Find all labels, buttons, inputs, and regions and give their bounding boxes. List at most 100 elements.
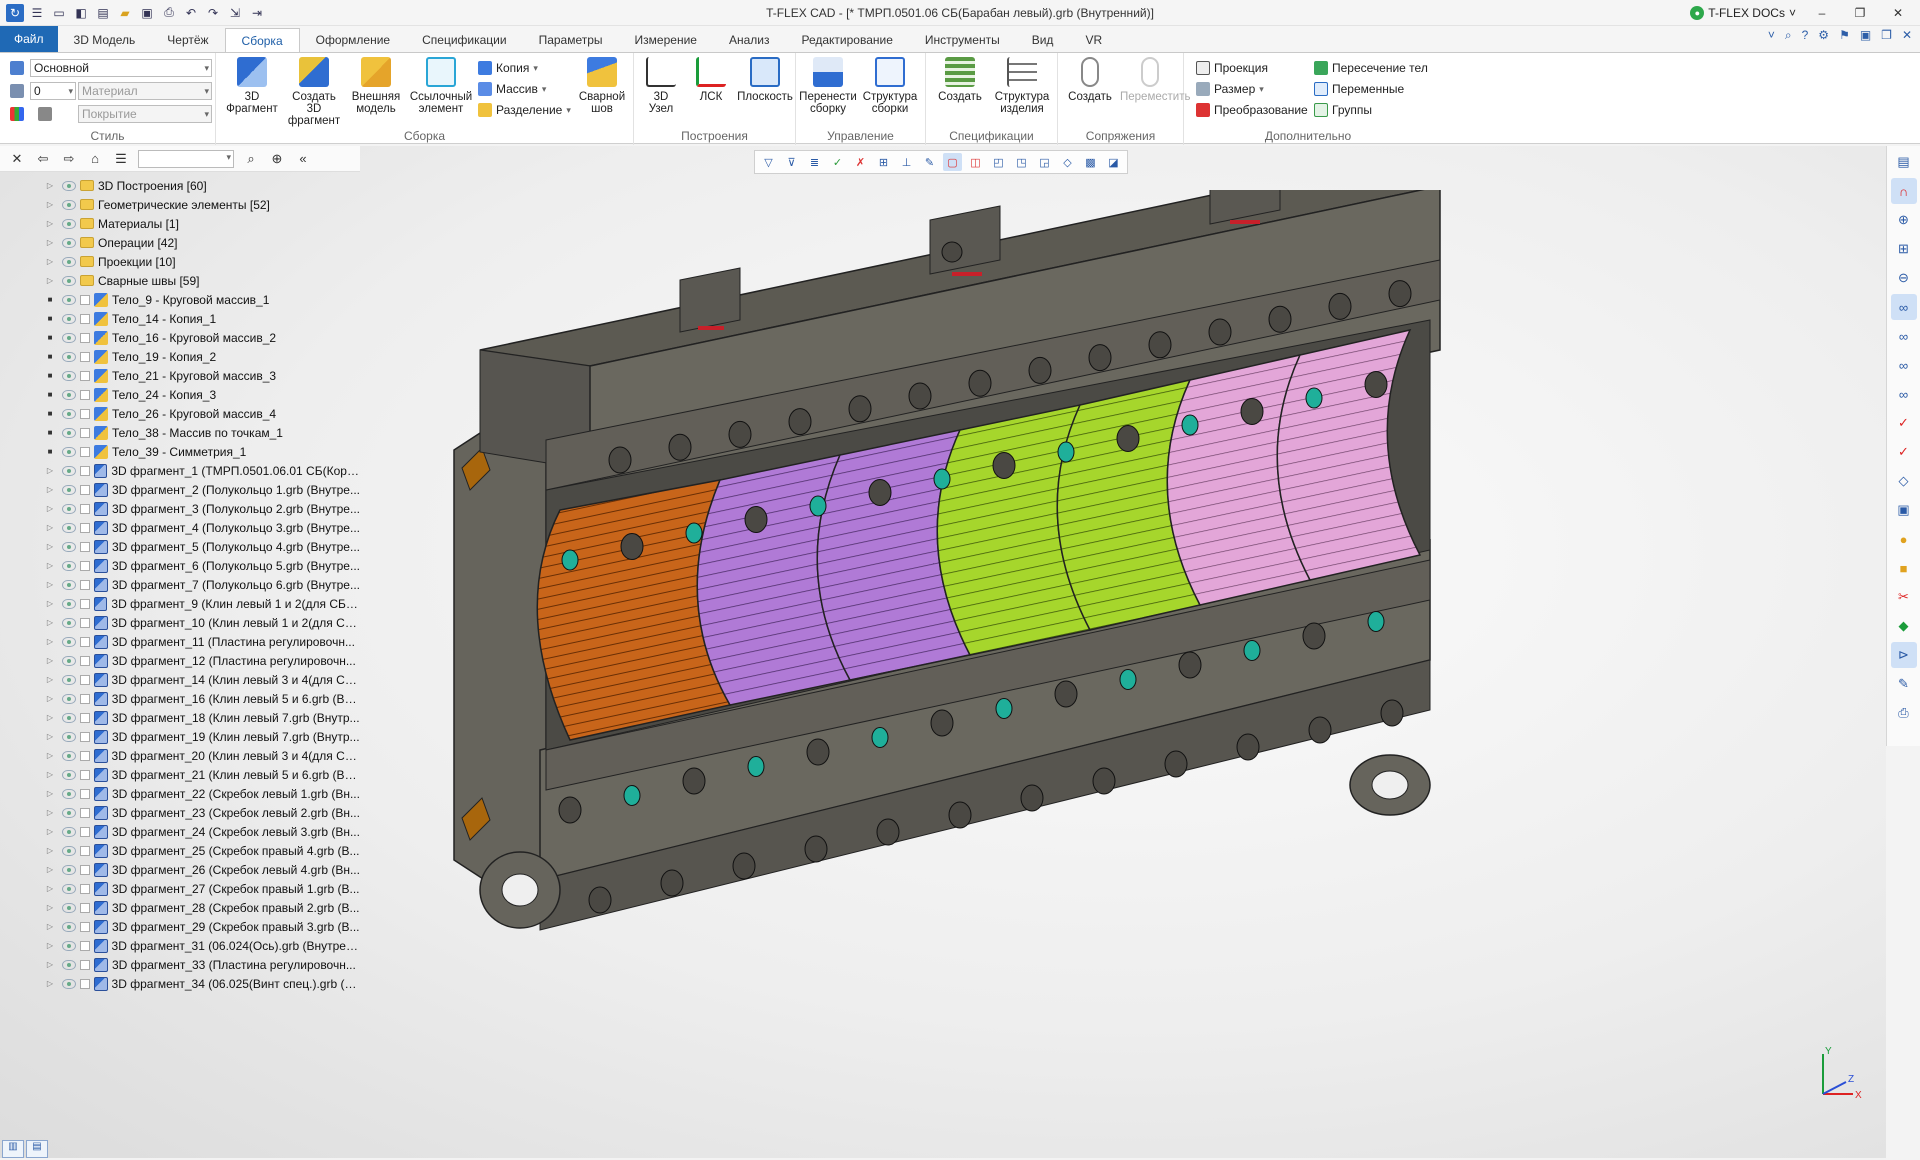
checkbox-icon[interactable] [80, 731, 90, 742]
layer-icon[interactable] [10, 59, 24, 77]
expand-arrow-icon[interactable]: ▷ [44, 561, 56, 570]
frame-icon[interactable]: ▣ [1891, 497, 1917, 523]
tree-item-folder[interactable]: ▷ Материалы [1] [0, 214, 360, 233]
checkbox-icon[interactable] [80, 883, 90, 894]
transform-button[interactable]: Преобразование [1196, 101, 1308, 119]
visibility-eye-icon[interactable] [61, 978, 76, 989]
tab-drawing[interactable]: Чертёж [151, 28, 224, 52]
tab-measure[interactable]: Измерение [619, 28, 713, 52]
checkbox-icon[interactable] [80, 636, 90, 647]
tree-item-frag[interactable]: ▷ 3D фрагмент_4 (Полукольцо 3.grb (Внутре… [0, 518, 360, 537]
copy-button[interactable]: Копия ▾ [478, 59, 538, 77]
visibility-eye-icon[interactable] [62, 883, 76, 894]
checkbox-icon[interactable] [79, 940, 90, 951]
body-intersection-button[interactable]: Пересечение тел [1314, 59, 1428, 77]
view-layout-icon[interactable]: ▤ [1891, 149, 1917, 175]
visibility-eye-icon[interactable] [61, 617, 76, 628]
visibility-eye-icon[interactable] [62, 655, 76, 666]
visibility-eye-icon[interactable] [62, 237, 76, 248]
plane-icon[interactable]: ◇ [1891, 468, 1917, 494]
cube-multi-check-icon[interactable]: ✓ [1891, 439, 1917, 465]
tree-item-frag[interactable]: ▷ 3D фрагмент_33 (Пластина регулировочн..… [0, 955, 360, 974]
tree-item-body[interactable]: ■ Тело_16 - Круговой массив_2 [0, 328, 360, 347]
tree-item-body[interactable]: ■ Тело_21 - Круговой массив_3 [0, 366, 360, 385]
glasses-check-icon[interactable]: ∞ [1891, 381, 1917, 407]
expand-arrow-icon[interactable]: ▷ [44, 770, 56, 779]
open-folder-icon[interactable]: ▰ [116, 4, 134, 22]
visibility-eye-icon[interactable] [61, 598, 76, 609]
3d-node-button[interactable]: 3D Узел [636, 57, 686, 115]
level-icon[interactable] [10, 82, 24, 100]
list-view-icon[interactable]: ☰ [112, 151, 130, 167]
tab-vr[interactable]: VR [1069, 28, 1118, 52]
expand-arrow-icon[interactable]: ▷ [44, 713, 56, 722]
visibility-eye-icon[interactable] [62, 522, 76, 533]
external-model-button[interactable]: Внешняя модель [346, 57, 406, 115]
visibility-eye-icon[interactable] [62, 180, 76, 191]
split-button[interactable]: Разделение ▾ [478, 101, 571, 119]
visibility-eye-icon[interactable] [62, 959, 76, 970]
checkbox-icon[interactable] [80, 522, 90, 533]
expand-arrow-icon[interactable]: ▷ [44, 865, 56, 874]
checkbox-icon[interactable] [80, 408, 90, 419]
more-icon[interactable]: ⇥ [248, 4, 266, 22]
visibility-eye-icon[interactable] [61, 940, 76, 951]
ribbon-collapse-icon[interactable]: ˅ [1768, 28, 1775, 43]
expand-arrow-icon[interactable]: ▷ [44, 808, 56, 817]
export-icon[interactable]: ⇲ [226, 4, 244, 22]
settings-icon[interactable]: ⚙ [1818, 28, 1829, 43]
visibility-eye-icon[interactable] [62, 902, 76, 913]
tree-item-frag[interactable]: ▷ 3D фрагмент_11 (Пластина регулировочн..… [0, 632, 360, 651]
expand-arrow-icon[interactable]: ▷ [44, 466, 56, 475]
uncheck-icon[interactable]: ✗ [851, 153, 870, 171]
expand-arrow-icon[interactable]: ▷ [44, 656, 56, 665]
tree-item-frag[interactable]: ▷ 3D фрагмент_27 (Скребок правый 1.grb (В… [0, 879, 360, 898]
zoom-window-icon[interactable]: ⊞ [1891, 236, 1917, 262]
expand-arrow-icon[interactable]: ▷ [44, 979, 56, 988]
print-icon[interactable]: ⎙ [160, 4, 178, 22]
visibility-eye-icon[interactable] [62, 845, 76, 856]
plane-button[interactable]: Плоскость [736, 57, 794, 103]
visibility-eye-icon[interactable] [62, 427, 76, 438]
visibility-eye-icon[interactable] [61, 750, 76, 761]
tree-item-frag[interactable]: ▷ 3D фрагмент_12 (Пластина регулировочн..… [0, 651, 360, 670]
expand-arrow-icon[interactable]: ▷ [44, 903, 56, 912]
expand-arrow-icon[interactable]: ▷ [44, 922, 56, 931]
redo-icon[interactable]: ↷ [204, 4, 222, 22]
new-file-icon[interactable]: ▭ [50, 4, 68, 22]
tab-tools[interactable]: Инструменты [909, 28, 1016, 52]
visibility-eye-icon[interactable] [62, 275, 76, 286]
magnet-icon[interactable]: ∩ [1890, 178, 1917, 204]
mate-create-button[interactable]: Создать [1060, 57, 1120, 103]
expand-arrow-icon[interactable]: ▷ [44, 523, 56, 532]
array-button[interactable]: Массив ▾ [478, 80, 546, 98]
visibility-eye-icon[interactable] [62, 560, 76, 571]
assembly-3d-model[interactable] [440, 190, 1780, 1150]
layer-combo[interactable]: Основной ▾ [30, 59, 212, 77]
tree-item-frag[interactable]: ▷ 3D фрагмент_28 (Скребок правый 2.grb (В… [0, 898, 360, 917]
expand-arrow-icon[interactable]: ▷ [44, 219, 56, 228]
level-combo[interactable]: 0 ▾ [30, 82, 76, 100]
checkbox-icon[interactable] [79, 693, 90, 704]
glasses-ruler-icon[interactable]: ∞ [1891, 352, 1917, 378]
checkbox-icon[interactable] [80, 902, 90, 913]
checkbox-icon[interactable] [79, 674, 90, 685]
help-icon[interactable]: ? [1802, 28, 1809, 43]
zoom-out-icon[interactable]: ⊖ [1891, 265, 1917, 291]
tree-item-body[interactable]: ■ Тело_26 - Круговой массив_4 [0, 404, 360, 423]
checkbox-icon[interactable] [80, 712, 90, 723]
tree-item-frag[interactable]: ▷ 3D фрагмент_3 (Полукольцо 2.grb (Внутре… [0, 499, 360, 518]
axis-icon[interactable]: ⊥ [897, 153, 916, 171]
tree-item-frag[interactable]: ▷ 3D фрагмент_14 (Клин левый 3 и 4(для СБ… [0, 670, 360, 689]
checkbox-icon[interactable] [80, 370, 90, 381]
window-menu-icon[interactable]: ❐ [1881, 28, 1892, 43]
tree-item-frag[interactable]: ▷ 3D фрагмент_24 (Скребок левый 3.grb (Вн… [0, 822, 360, 841]
tab-assembly[interactable]: Сборка [224, 28, 300, 52]
expand-arrow-icon[interactable]: ▷ [44, 599, 56, 608]
expand-arrow-icon[interactable]: ▷ [44, 238, 56, 247]
reference-element-button[interactable]: Ссылочный элемент [408, 57, 474, 115]
check-icon[interactable]: ✓ [828, 153, 847, 171]
tab-3d-model[interactable]: 3D Модель [58, 28, 152, 52]
texture-icon[interactable] [38, 105, 52, 123]
tree-item-body[interactable]: ■ Тело_24 - Копия_3 [0, 385, 360, 404]
